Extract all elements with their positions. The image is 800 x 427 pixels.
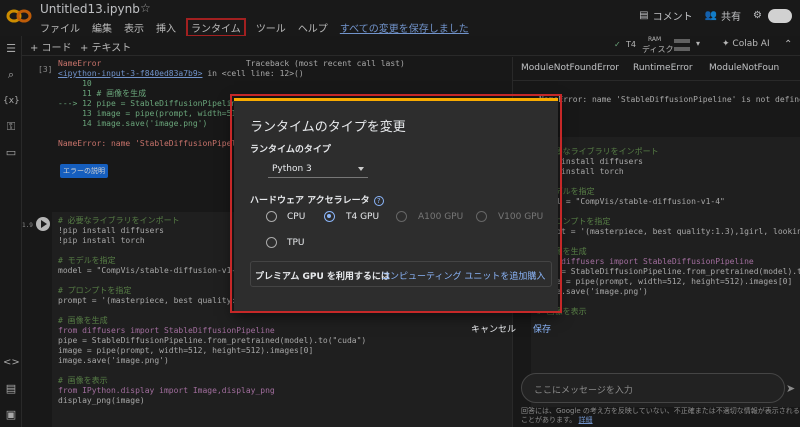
save-button[interactable]: 保存 xyxy=(533,322,551,335)
highlight-outline xyxy=(230,94,562,313)
colab-window: Untitled13.ipynb ☆ ファイル 編集 表示 挿入 ランタイム ツ… xyxy=(0,0,800,427)
cancel-button[interactable]: キャンセル xyxy=(471,322,516,335)
